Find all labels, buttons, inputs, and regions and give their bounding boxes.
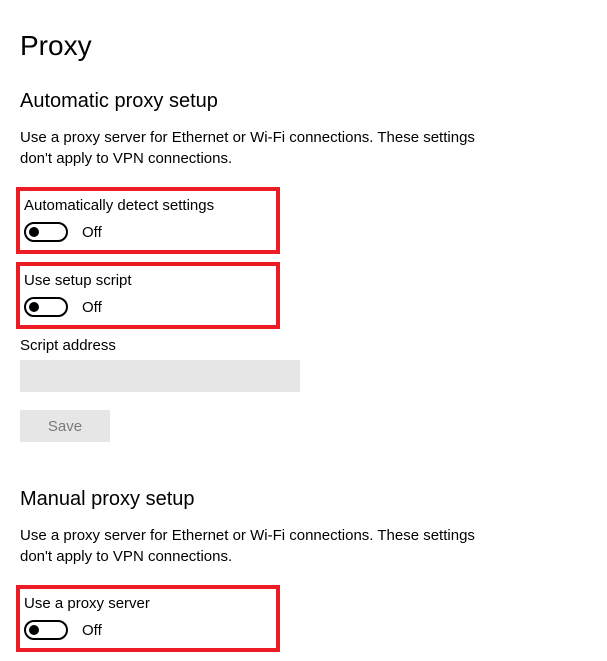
use-proxy-label: Use a proxy server [24,595,272,612]
toggle-knob-icon [29,625,39,635]
script-address-label: Script address [20,337,587,354]
automatic-description: Use a proxy server for Ethernet or Wi-Fi… [20,127,480,169]
use-proxy-toggle-group: Use a proxy server Off [16,585,280,652]
toggle-knob-icon [29,302,39,312]
save-button[interactable]: Save [20,410,110,442]
use-proxy-toggle[interactable] [24,620,68,640]
manual-section-heading: Manual proxy setup [20,488,587,511]
autodetect-state: Off [82,224,102,241]
autodetect-toggle-group: Automatically detect settings Off [16,187,280,254]
page-title: Proxy [20,30,587,62]
setup-script-label: Use setup script [24,272,272,289]
toggle-knob-icon [29,227,39,237]
setup-script-toggle[interactable] [24,297,68,317]
manual-description: Use a proxy server for Ethernet or Wi-Fi… [20,525,480,567]
setup-script-state: Off [82,299,102,316]
autodetect-label: Automatically detect settings [24,197,272,214]
automatic-section-heading: Automatic proxy setup [20,90,587,113]
script-address-input[interactable] [20,360,300,392]
autodetect-toggle[interactable] [24,222,68,242]
setup-script-toggle-group: Use setup script Off [16,262,280,329]
use-proxy-state: Off [82,622,102,639]
